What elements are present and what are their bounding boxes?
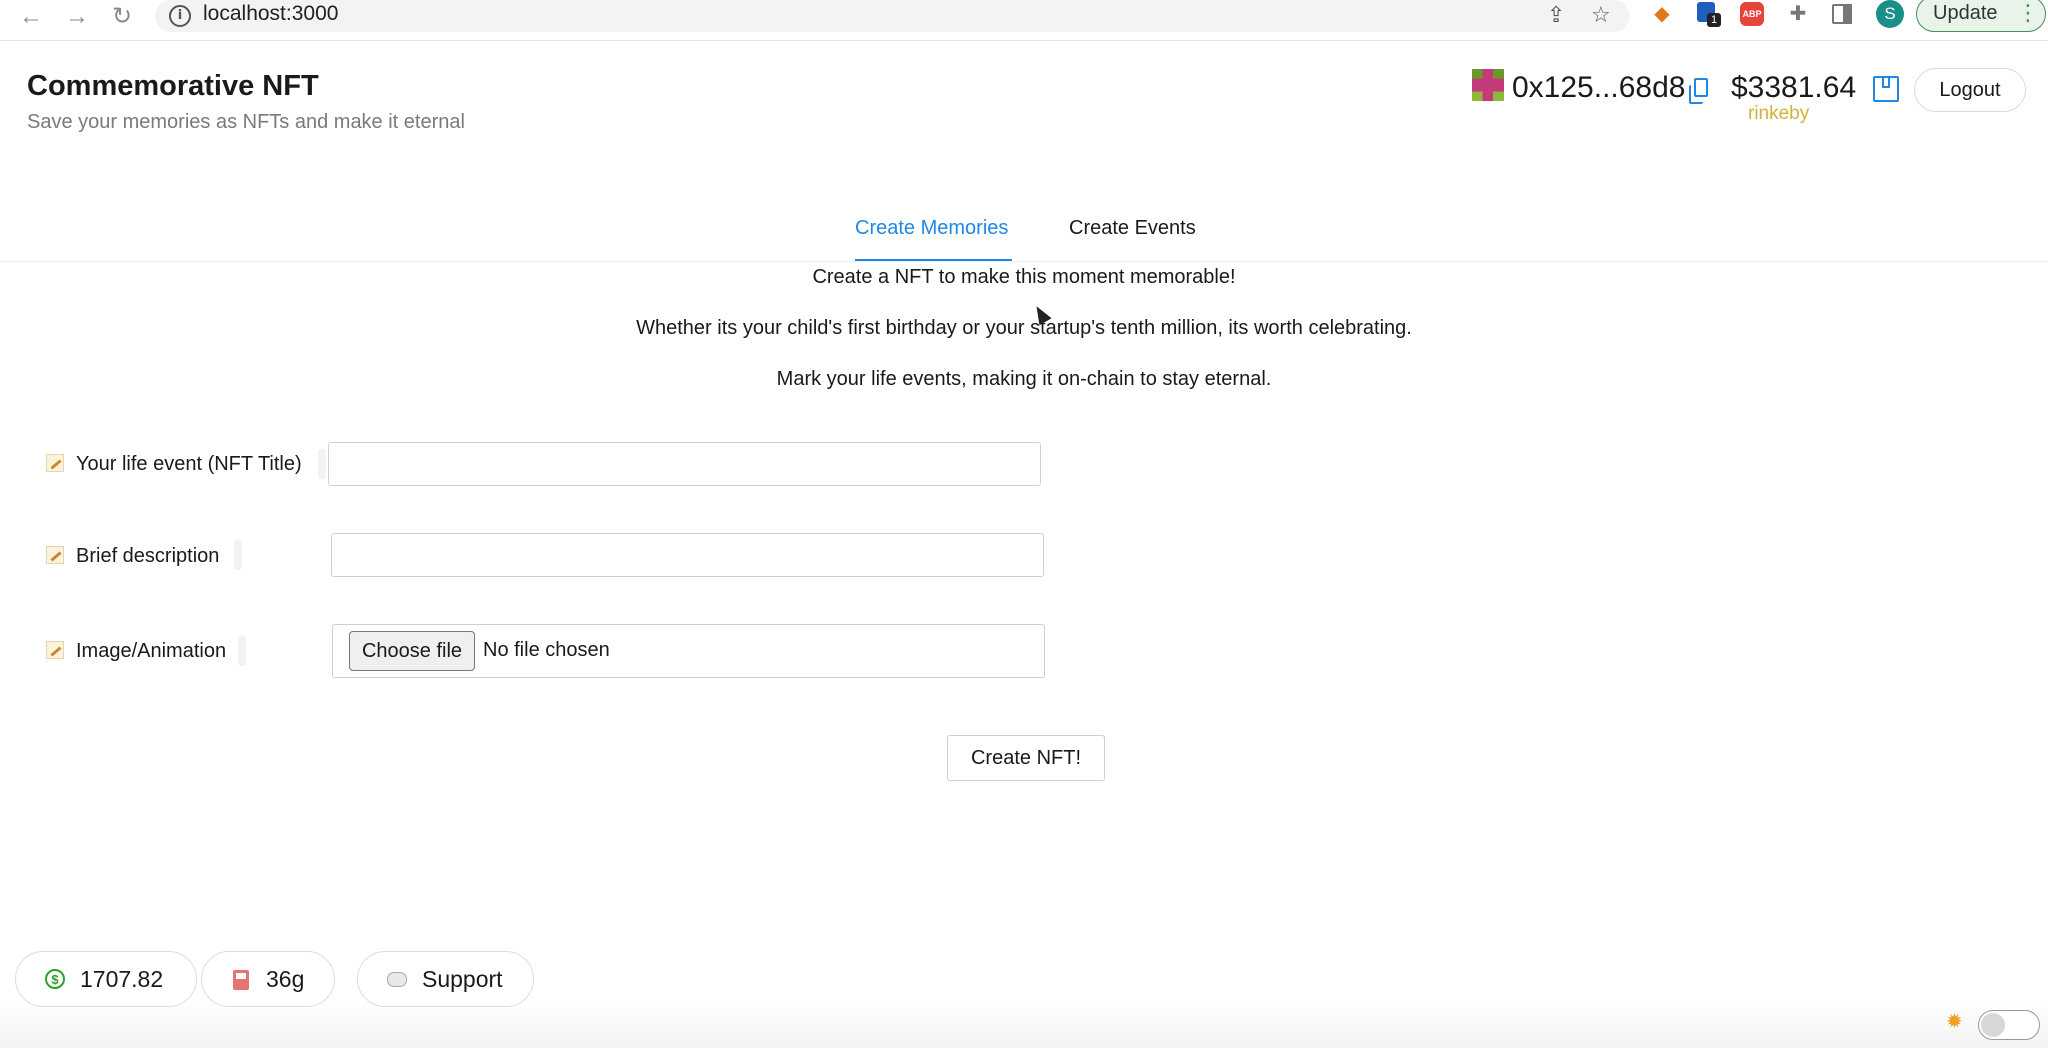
forward-icon[interactable]: → xyxy=(62,2,92,32)
memo-icon xyxy=(46,546,64,564)
nft-title-label: Your life event (NFT Title) xyxy=(46,452,302,476)
intro-line-1: Create a NFT to make this moment memorab… xyxy=(812,266,1236,288)
tab-create-events[interactable]: Create Events xyxy=(1069,216,1196,240)
image-label: Image/Animation xyxy=(46,639,226,663)
description-label-text: Brief description xyxy=(76,545,220,567)
logout-button[interactable]: Logout xyxy=(1914,68,2026,112)
extension-badge: 1 xyxy=(1707,13,1721,27)
network-name: rinkeby xyxy=(1748,103,1810,124)
theme-toggle[interactable] xyxy=(1978,1010,2040,1040)
label-divider xyxy=(234,540,242,570)
sidepanel-icon[interactable] xyxy=(1828,0,1856,28)
app-subtitle: Save your memories as NFTs and make it e… xyxy=(27,111,465,133)
description-label: Brief description xyxy=(46,544,219,568)
tab-create-memories[interactable]: Create Memories xyxy=(855,216,1008,240)
gas-price-value: 36g xyxy=(266,966,305,992)
description-input[interactable] xyxy=(331,533,1044,577)
create-nft-button[interactable]: Create NFT! xyxy=(947,735,1105,781)
toggle-knob xyxy=(1981,1013,2005,1037)
dollar-icon: $ xyxy=(45,969,65,989)
tabs-divider xyxy=(0,261,2048,262)
support-button[interactable]: Support xyxy=(357,951,534,1007)
eth-price-pill[interactable]: $ 1707.82 xyxy=(15,951,197,1007)
browser-toolbar: ← → ↻ i localhost:3000 ⇪ ☆ ◆ 1 ABP ✚ S U… xyxy=(0,0,2048,41)
profile-avatar[interactable]: S xyxy=(1876,0,1904,28)
label-divider xyxy=(318,449,326,479)
chat-icon xyxy=(387,972,407,987)
abp-icon[interactable]: ABP xyxy=(1738,0,1766,28)
address-bar[interactable]: i localhost:3000 ⇪ ☆ xyxy=(155,0,1630,32)
puzzle-icon[interactable]: ✚ xyxy=(1784,0,1812,28)
reload-icon[interactable]: ↻ xyxy=(107,2,137,32)
eth-price-value: 1707.82 xyxy=(80,966,164,992)
support-label: Support xyxy=(422,966,503,992)
abp-label: ABP xyxy=(1740,2,1764,26)
sun-icon: ✹ xyxy=(1946,1011,1963,1033)
bottom-bar-background xyxy=(0,1000,2048,1048)
image-file-input[interactable]: Choose file No file chosen xyxy=(332,624,1045,678)
intro-line-3: Mark your life events, making it on-chai… xyxy=(776,368,1272,390)
intro-line-2: Whether its your child's first birthday … xyxy=(636,317,1412,339)
info-icon[interactable]: i xyxy=(169,5,191,27)
no-file-text: No file chosen xyxy=(483,639,610,661)
share-icon[interactable]: ⇪ xyxy=(1547,2,1565,28)
wallet-icon[interactable] xyxy=(1873,76,1899,102)
update-button[interactable]: Update ⋮ xyxy=(1916,0,2046,32)
gas-price-pill[interactable]: 36g xyxy=(201,951,335,1007)
metamask-fox-icon[interactable]: ◆ xyxy=(1648,0,1676,28)
image-label-text: Image/Animation xyxy=(76,640,227,662)
url-text[interactable]: localhost:3000 xyxy=(203,2,338,26)
extension-icon[interactable]: 1 xyxy=(1694,0,1722,28)
wallet-address[interactable]: 0x125...68d8 xyxy=(1512,71,1685,105)
memo-icon xyxy=(46,641,64,659)
menu-icon[interactable]: ⋮ xyxy=(2017,0,2039,29)
copy-icon[interactable] xyxy=(1689,78,1708,104)
nft-title-input[interactable] xyxy=(328,442,1041,486)
memo-icon xyxy=(46,454,64,472)
gas-pump-icon xyxy=(233,970,249,990)
choose-file-button[interactable]: Choose file xyxy=(349,631,475,671)
label-divider xyxy=(238,636,246,666)
update-label: Update xyxy=(1933,2,1998,24)
app-title: Commemorative NFT xyxy=(27,70,319,102)
star-icon[interactable]: ☆ xyxy=(1591,2,1611,28)
nft-title-label-text: Your life event (NFT Title) xyxy=(76,453,302,475)
back-icon[interactable]: ← xyxy=(16,2,46,32)
account-blockie-avatar xyxy=(1472,69,1504,101)
wallet-balance: $3381.64 xyxy=(1731,71,1857,104)
